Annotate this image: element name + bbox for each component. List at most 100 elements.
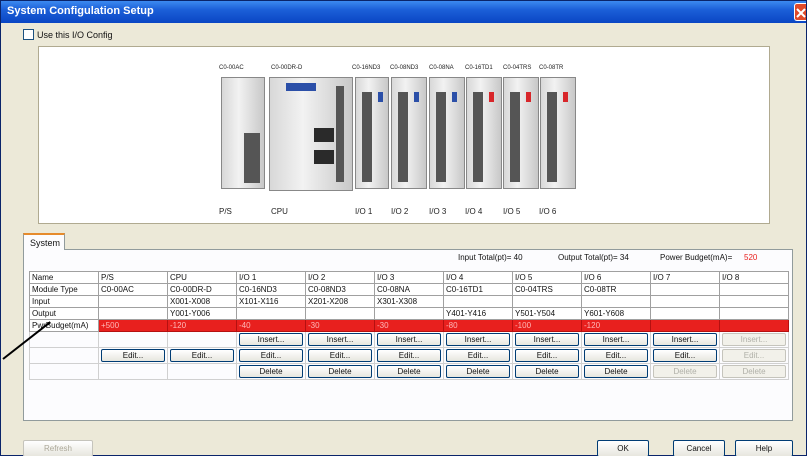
grid-cell[interactable]: I/O 8 xyxy=(719,271,789,284)
grid-cell[interactable]: I/O 4 xyxy=(443,271,513,284)
grid-cell[interactable]: C0-16ND3 xyxy=(236,283,306,296)
insert-button[interactable]: Insert... xyxy=(584,333,648,346)
grid-cell[interactable]: I/O 3 xyxy=(374,271,444,284)
button-cell xyxy=(167,363,237,380)
delete-button[interactable]: Delete xyxy=(584,365,648,378)
row-header: Input xyxy=(29,295,99,308)
grid-cell[interactable] xyxy=(236,307,306,320)
insert-button[interactable]: Insert... xyxy=(446,333,510,346)
grid-cell[interactable] xyxy=(650,283,720,296)
insert-button[interactable]: Insert... xyxy=(308,333,372,346)
grid-cell[interactable] xyxy=(719,283,789,296)
delete-button[interactable]: Delete xyxy=(653,365,717,378)
grid-cell[interactable]: Y601-Y608 xyxy=(581,307,651,320)
grid-cell[interactable]: Y001-Y006 xyxy=(167,307,237,320)
insert-button[interactable]: Insert... xyxy=(377,333,441,346)
ok-button[interactable]: OK xyxy=(597,440,649,456)
button-row: Delete Delete Delete Delete Delete Delete Dele… xyxy=(29,363,789,380)
grid-cell[interactable]: C0-08TR xyxy=(581,283,651,296)
grid-cell[interactable]: C0-16TD1 xyxy=(443,283,513,296)
power-budget-label: Power Budget(mA)= xyxy=(660,253,733,262)
grid-cell[interactable] xyxy=(650,319,720,332)
use-io-config-checkbox[interactable] xyxy=(23,29,34,40)
grid-cell[interactable]: -80 xyxy=(443,319,513,332)
grid-cell[interactable]: -100 xyxy=(512,319,582,332)
grid-cell[interactable]: X001-X008 xyxy=(167,295,237,308)
grid-cell[interactable]: -120 xyxy=(581,319,651,332)
grid-cell[interactable]: -40 xyxy=(236,319,306,332)
title-bar[interactable]: System Configulation Setup xyxy=(1,1,806,23)
grid-cell[interactable]: Y401-Y416 xyxy=(443,307,513,320)
grid-cell[interactable] xyxy=(98,295,168,308)
grid-cell[interactable]: C0-04TRS xyxy=(512,283,582,296)
hardware-module xyxy=(540,77,576,189)
grid-cell[interactable]: I/O 1 xyxy=(236,271,306,284)
delete-button[interactable]: Delete xyxy=(446,365,510,378)
use-io-config-checkbox-row[interactable]: Use this I/O Config xyxy=(23,29,113,40)
grid-cell[interactable]: +500 xyxy=(98,319,168,332)
grid-cell[interactable]: -120 xyxy=(167,319,237,332)
grid-cell[interactable] xyxy=(650,295,720,308)
button-cell: Insert... xyxy=(650,331,720,348)
grid-cell[interactable]: X201-X208 xyxy=(305,295,375,308)
delete-button[interactable]: Delete xyxy=(722,365,786,378)
grid-cell[interactable]: -30 xyxy=(305,319,375,332)
edit-button[interactable]: Edit... xyxy=(515,349,579,362)
grid-cell[interactable]: P/S xyxy=(98,271,168,284)
edit-button[interactable]: Edit... xyxy=(170,349,234,362)
refresh-button[interactable]: Refresh xyxy=(23,440,93,456)
edit-button[interactable]: Edit... xyxy=(722,349,786,362)
grid-cell[interactable]: CPU xyxy=(167,271,237,284)
grid-cell[interactable]: I/O 5 xyxy=(512,271,582,284)
tab-system[interactable]: System xyxy=(23,233,65,250)
grid-cell[interactable] xyxy=(719,319,789,332)
grid-cell[interactable] xyxy=(443,295,513,308)
grid-cell[interactable] xyxy=(512,295,582,308)
module-model-label: C0-08NA xyxy=(429,65,454,71)
insert-button[interactable]: Insert... xyxy=(653,333,717,346)
grid-cell[interactable]: -30 xyxy=(374,319,444,332)
grid-cell[interactable]: X101-X116 xyxy=(236,295,306,308)
grid-cell[interactable] xyxy=(650,307,720,320)
module-grid: Name P/S CPU I/O 1 I/O 2 I/O 3 I/O 4 I/O 5 I/O 6… xyxy=(29,271,789,380)
edit-button[interactable]: Edit... xyxy=(653,349,717,362)
edit-button[interactable]: Edit... xyxy=(584,349,648,362)
grid-cell[interactable] xyxy=(374,307,444,320)
help-button[interactable]: Help xyxy=(735,440,793,456)
delete-button[interactable]: Delete xyxy=(377,365,441,378)
grid-cell[interactable]: C0-08NA xyxy=(374,283,444,296)
grid-cell[interactable]: C0-00AC xyxy=(98,283,168,296)
grid-cell[interactable]: Y501-Y504 xyxy=(512,307,582,320)
slot-label: I/O 4 xyxy=(465,207,483,216)
grid-cell[interactable]: X301-X308 xyxy=(374,295,444,308)
close-icon[interactable] xyxy=(794,3,806,21)
delete-button[interactable]: Delete xyxy=(308,365,372,378)
grid-cell[interactable] xyxy=(719,307,789,320)
edit-button[interactable]: Edit... xyxy=(308,349,372,362)
grid-cell[interactable]: I/O 6 xyxy=(581,271,651,284)
insert-button[interactable]: Insert... xyxy=(515,333,579,346)
edit-button[interactable]: Edit... xyxy=(377,349,441,362)
input-total: Input Total(pt)= 40 xyxy=(458,253,523,262)
row-header: Module Type xyxy=(29,283,99,296)
grid-cell[interactable]: C0-08ND3 xyxy=(305,283,375,296)
grid-cell[interactable]: I/O 2 xyxy=(305,271,375,284)
button-cell: Edit... xyxy=(512,347,582,364)
button-cell: Insert... xyxy=(443,331,513,348)
delete-button[interactable]: Delete xyxy=(515,365,579,378)
module-model-label: C0-16ND3 xyxy=(352,65,381,71)
insert-button[interactable]: Insert... xyxy=(239,333,303,346)
edit-button[interactable]: Edit... xyxy=(446,349,510,362)
edit-button[interactable]: Edit... xyxy=(239,349,303,362)
hardware-module xyxy=(221,77,265,189)
grid-cell[interactable] xyxy=(581,295,651,308)
grid-cell[interactable]: C0-00DR-D xyxy=(167,283,237,296)
delete-button[interactable]: Delete xyxy=(239,365,303,378)
edit-button[interactable]: Edit... xyxy=(101,349,165,362)
grid-cell[interactable] xyxy=(98,307,168,320)
grid-cell[interactable] xyxy=(305,307,375,320)
insert-button[interactable]: Insert... xyxy=(722,333,786,346)
grid-cell[interactable] xyxy=(719,295,789,308)
grid-cell[interactable]: I/O 7 xyxy=(650,271,720,284)
cancel-button[interactable]: Cancel xyxy=(673,440,725,456)
